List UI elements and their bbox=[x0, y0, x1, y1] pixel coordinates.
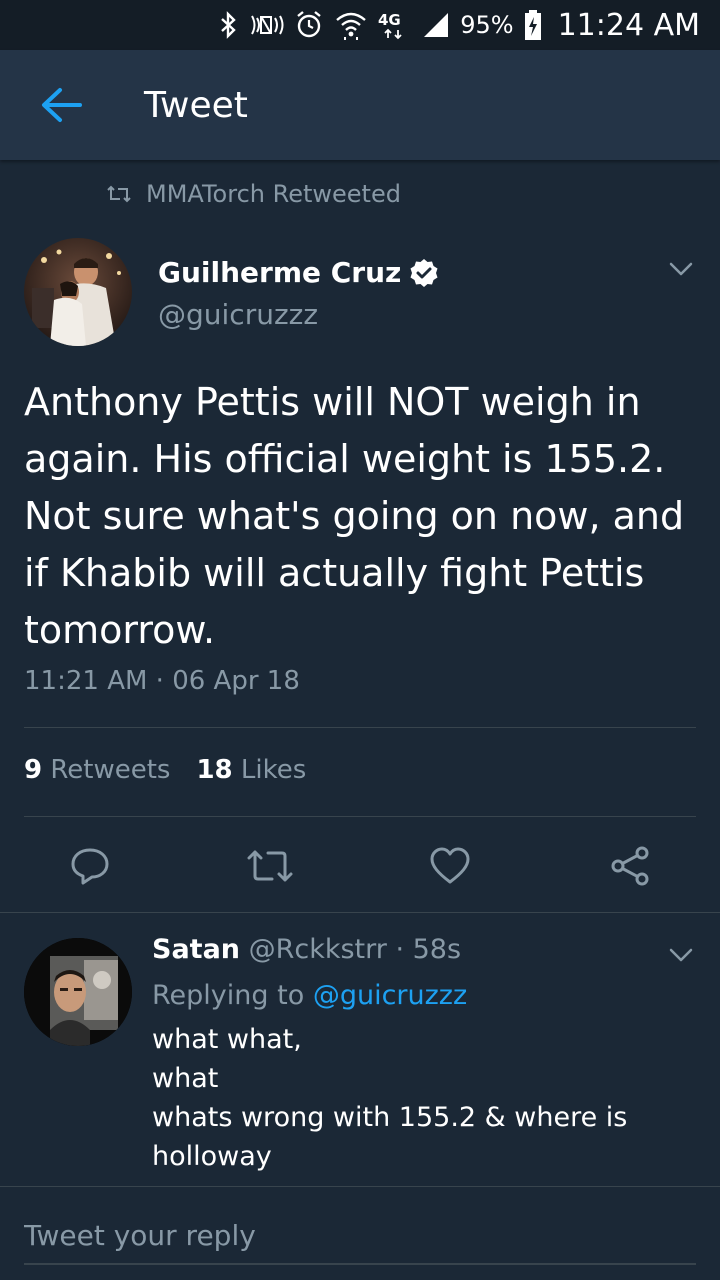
reply-compose-bar bbox=[0, 1186, 720, 1280]
like-button[interactable] bbox=[420, 836, 480, 896]
reply-input[interactable] bbox=[24, 1207, 696, 1265]
retweet-icon bbox=[247, 850, 293, 882]
bluetooth-icon bbox=[220, 11, 238, 39]
replying-to: Replying to @guicruzzz bbox=[152, 980, 467, 1011]
divider bbox=[24, 727, 696, 728]
like-icon bbox=[430, 847, 470, 884]
battery-percentage: 95% bbox=[460, 11, 514, 39]
status-bar: 4G 95% 11:24 AM bbox=[0, 0, 720, 50]
author-handle[interactable]: @guicruzzz bbox=[158, 298, 318, 331]
reply-header[interactable]: Satan @Rckkstrr · 58s bbox=[152, 934, 461, 965]
divider bbox=[24, 816, 696, 817]
reply-icon bbox=[71, 848, 109, 885]
retweet-context[interactable]: MMATorch Retweeted bbox=[106, 180, 401, 208]
status-time: 11:24 AM bbox=[557, 7, 700, 43]
reply-author-handle: @Rckkstrr bbox=[248, 934, 387, 965]
share-icon bbox=[611, 846, 649, 886]
chevron-down-icon bbox=[669, 262, 693, 276]
retweets-stat[interactable]: 9 Retweets bbox=[24, 755, 170, 785]
share-button[interactable] bbox=[600, 836, 660, 896]
retweets-label: Retweets bbox=[50, 755, 171, 785]
avatar[interactable] bbox=[24, 238, 132, 346]
reply-author-name: Satan bbox=[152, 934, 241, 965]
tweet-text: Anthony Pettis will NOT weigh in again. … bbox=[24, 380, 685, 652]
page-title: Tweet bbox=[144, 84, 248, 126]
nfc-icon bbox=[248, 12, 284, 38]
back-button[interactable] bbox=[36, 80, 86, 130]
alarm-icon bbox=[294, 10, 324, 40]
signal-icon bbox=[422, 11, 450, 39]
reply-avatar[interactable] bbox=[24, 938, 132, 1046]
likes-label: Likes bbox=[240, 755, 307, 785]
retweets-count: 9 bbox=[24, 755, 43, 785]
retweet-context-label: MMATorch Retweeted bbox=[146, 180, 401, 208]
replying-to-mention[interactable]: @guicruzzz bbox=[313, 980, 467, 1011]
retweet-button[interactable] bbox=[240, 836, 300, 896]
reply-button[interactable] bbox=[60, 836, 120, 896]
tweet-timestamp: 11:21 AM · 06 Apr 18 bbox=[24, 666, 300, 696]
network-4g-icon: 4G bbox=[378, 10, 412, 40]
verified-badge-icon bbox=[410, 258, 438, 287]
divider bbox=[0, 912, 720, 913]
tweet-stats: 9 Retweets 18 Likes bbox=[24, 755, 306, 785]
likes-count: 18 bbox=[196, 755, 233, 785]
likes-stat[interactable]: 18 Likes bbox=[196, 755, 306, 785]
reply-age: · 58s bbox=[395, 934, 462, 965]
chevron-down-icon bbox=[669, 948, 693, 962]
wifi-icon bbox=[334, 10, 368, 40]
app-header: Tweet bbox=[0, 50, 720, 160]
reply-text: what what, what whats wrong with 155.2 &… bbox=[152, 1024, 628, 1172]
tweet-options-button[interactable] bbox=[666, 254, 696, 284]
retweet-icon bbox=[107, 185, 131, 203]
svg-text:4G: 4G bbox=[378, 11, 401, 29]
replying-to-label: Replying to bbox=[152, 980, 305, 1011]
tweet-actions bbox=[0, 836, 720, 896]
arrow-left-icon bbox=[42, 88, 82, 122]
author-display-name: Guilherme Cruz bbox=[158, 256, 402, 289]
author-name[interactable]: Guilherme Cruz bbox=[158, 256, 439, 289]
battery-charging-icon bbox=[524, 10, 542, 40]
reply-options-button[interactable] bbox=[666, 940, 696, 970]
